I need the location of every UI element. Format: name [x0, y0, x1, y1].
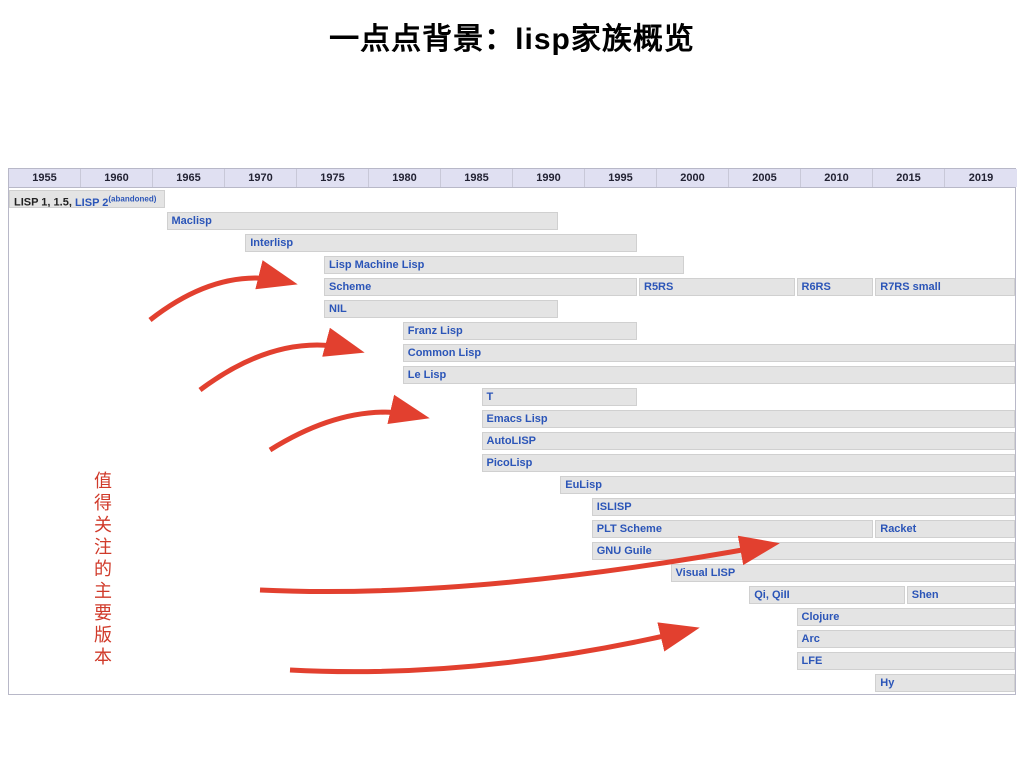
- year-header-cell: 2015: [873, 169, 945, 187]
- timeline-row: PLT SchemeRacket: [9, 518, 1015, 540]
- note-char: 版: [92, 624, 114, 646]
- year-header-cell: 2010: [801, 169, 873, 187]
- note-char: 关: [92, 514, 114, 536]
- timeline-bar: LISP 1, 1.5, LISP 2(abandoned): [9, 190, 165, 208]
- timeline-bar: Visual LISP: [671, 564, 1016, 582]
- timeline-row: Le Lisp: [9, 364, 1015, 386]
- timeline-bar: Common Lisp: [403, 344, 1015, 362]
- timeline-bar: NIL: [324, 300, 558, 318]
- timeline-bar: Clojure: [797, 608, 1016, 626]
- timeline-bar: R7RS small: [875, 278, 1015, 296]
- year-header-cell: 1970: [225, 169, 297, 187]
- timeline-row: SchemeR5RSR6RSR7RS small: [9, 276, 1015, 298]
- timeline-row: T: [9, 386, 1015, 408]
- year-header-cell: 2005: [729, 169, 801, 187]
- timeline-row: Interlisp: [9, 232, 1015, 254]
- year-header-cell: 1995: [585, 169, 657, 187]
- timeline-bar: Qi, QiII: [749, 586, 905, 604]
- timeline-bar: Emacs Lisp: [482, 410, 1016, 428]
- note-char: 得: [92, 492, 114, 514]
- timeline-row: Arc: [9, 628, 1015, 650]
- timeline-bar: EuLisp: [560, 476, 1015, 494]
- timeline-row: EuLisp: [9, 474, 1015, 496]
- note-char: 值: [92, 470, 114, 492]
- note-char: 的: [92, 558, 114, 580]
- note-char: 本: [92, 646, 114, 668]
- note-char: 注: [92, 536, 114, 558]
- year-header-cell: 1955: [9, 169, 81, 187]
- year-header-cell: 1960: [81, 169, 153, 187]
- year-header-cell: 1990: [513, 169, 585, 187]
- timeline-row: Common Lisp: [9, 342, 1015, 364]
- timeline-bar: ISLISP: [592, 498, 1015, 516]
- timeline-bar: PicoLisp: [482, 454, 1016, 472]
- timeline-row: Maclisp: [9, 210, 1015, 232]
- timeline-bar: Interlisp: [245, 234, 637, 252]
- timeline-row: LFE: [9, 650, 1015, 672]
- timeline-bar: Racket: [875, 520, 1015, 538]
- page-title: 一点点背景：lisp家族概览: [0, 0, 1024, 68]
- timeline-bar: GNU Guile: [592, 542, 1015, 560]
- timeline-row: PicoLisp: [9, 452, 1015, 474]
- timeline-row: Emacs Lisp: [9, 408, 1015, 430]
- timeline-row: ISLISP: [9, 496, 1015, 518]
- timeline-row: Qi, QiIIShen: [9, 584, 1015, 606]
- timeline-row: Hy: [9, 672, 1015, 694]
- year-axis: 1955196019651970197519801985199019952000…: [8, 168, 1016, 188]
- timeline-bar: Scheme: [324, 278, 637, 296]
- timeline-row: Clojure: [9, 606, 1015, 628]
- timeline-bar: PLT Scheme: [592, 520, 874, 538]
- timeline-row: Franz Lisp: [9, 320, 1015, 342]
- timeline-bar: AutoLISP: [482, 432, 1016, 450]
- lisp-timeline-chart: 1955196019651970197519801985199019952000…: [8, 168, 1016, 695]
- year-header-cell: 2000: [657, 169, 729, 187]
- timeline-bar: R6RS: [797, 278, 874, 296]
- timeline-bar: Franz Lisp: [403, 322, 637, 340]
- timeline-row: Visual LISP: [9, 562, 1015, 584]
- year-header-cell: 2019: [945, 169, 1017, 187]
- note-char: 主: [92, 580, 114, 602]
- timeline-bar: R5RS: [639, 278, 795, 296]
- timeline-bar: Lisp Machine Lisp: [324, 256, 684, 274]
- timeline-bar: Arc: [797, 630, 1016, 648]
- timeline-body: LISP 1, 1.5, LISP 2(abandoned)Maclisp Int…: [8, 188, 1016, 695]
- timeline-bar: Le Lisp: [403, 366, 1015, 384]
- timeline-bar: Maclisp: [167, 212, 559, 230]
- timeline-row: NIL: [9, 298, 1015, 320]
- timeline-bar: Shen: [907, 586, 1015, 604]
- timeline-row: AutoLISP: [9, 430, 1015, 452]
- highlight-note: 值得关注的主要版本: [92, 470, 114, 668]
- year-header-cell: 1980: [369, 169, 441, 187]
- timeline-bar: Hy: [875, 674, 1015, 692]
- year-header-cell: 1975: [297, 169, 369, 187]
- timeline-bar: T: [482, 388, 638, 406]
- timeline-bar: LFE: [797, 652, 1016, 670]
- year-header-cell: 1965: [153, 169, 225, 187]
- note-char: 要: [92, 602, 114, 624]
- year-header-cell: 1985: [441, 169, 513, 187]
- timeline-row: LISP 1, 1.5, LISP 2(abandoned): [9, 188, 1015, 210]
- timeline-row: Lisp Machine Lisp: [9, 254, 1015, 276]
- timeline-row: GNU Guile: [9, 540, 1015, 562]
